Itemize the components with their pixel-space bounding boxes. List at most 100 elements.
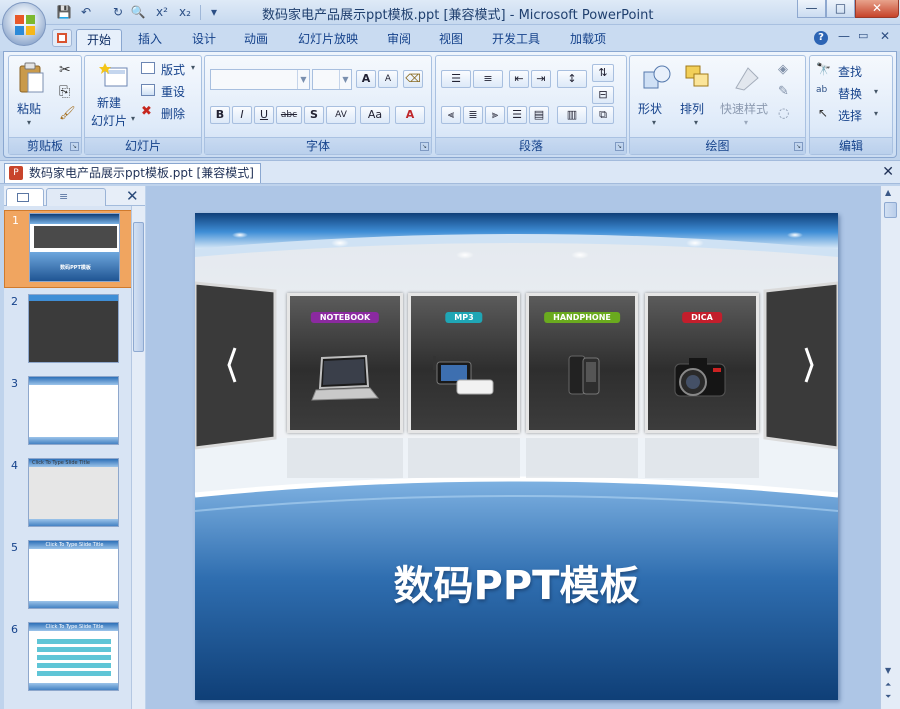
- paragraph-expand-icon[interactable]: ↘: [615, 142, 624, 151]
- distributed-button[interactable]: ▤: [529, 106, 549, 124]
- slide-thumbnail[interactable]: [28, 376, 119, 445]
- align-right-button[interactable]: ⫸: [485, 106, 505, 124]
- layout-button[interactable]: 版式 ▾: [141, 60, 199, 80]
- smartart-button[interactable]: ⧉: [592, 106, 614, 124]
- slide-thumbnail-row[interactable]: 4 Click To Type Slide Title: [4, 456, 131, 534]
- shape-effects-icon[interactable]: ◌: [778, 106, 789, 121]
- help-icon[interactable]: ?: [814, 31, 828, 45]
- pane-close-button[interactable]: ✕: [126, 187, 139, 205]
- maximize-button[interactable]: □: [826, 0, 855, 18]
- ribbon-close-icon[interactable]: ✕: [880, 29, 890, 43]
- bullets-button[interactable]: ☰: [441, 70, 471, 88]
- print-preview-icon[interactable]: 🔍: [130, 4, 146, 20]
- slide-nav-right-arrow[interactable]: [798, 353, 814, 383]
- new-slide-button[interactable]: 新建 幻灯片 ▾: [89, 60, 139, 134]
- find-button[interactable]: 🔭 查找: [816, 62, 888, 82]
- tab-view[interactable]: 视图: [429, 29, 473, 51]
- shape-outline-icon[interactable]: ✎: [778, 84, 789, 99]
- scroll-up-arrow-icon[interactable]: ▲: [885, 188, 891, 197]
- numbering-button[interactable]: ≡: [473, 70, 503, 88]
- slide-thumbnail[interactable]: [28, 294, 119, 363]
- slide-thumbnail[interactable]: Click To Type Slide Title: [28, 458, 119, 527]
- shapes-button[interactable]: 形状 ▾: [636, 60, 676, 134]
- slide-thumbnail-row[interactable]: 2: [4, 292, 131, 370]
- grow-font-button[interactable]: A: [356, 70, 376, 88]
- slide-thumbnail[interactable]: Click To Type Slide Title: [28, 622, 119, 691]
- slides-pane-scrollbar[interactable]: [131, 206, 145, 709]
- tab-addins[interactable]: 加载项: [560, 29, 616, 51]
- text-shadow-button[interactable]: S: [304, 106, 324, 124]
- scroll-down-arrow-icon[interactable]: ▼: [885, 666, 891, 675]
- shrink-font-button[interactable]: A: [378, 70, 398, 88]
- tab-review[interactable]: 审阅: [377, 29, 421, 51]
- slides-pane-scroll-thumb[interactable]: [133, 222, 144, 352]
- justify-button[interactable]: ☰: [507, 106, 527, 124]
- close-button[interactable]: ✕: [855, 0, 899, 18]
- slide-thumbnail-row[interactable]: 6 Click To Type Slide Title: [4, 620, 131, 698]
- increase-indent-button[interactable]: ⇥: [531, 70, 551, 88]
- tab-insert[interactable]: 插入: [128, 29, 172, 51]
- italic-button[interactable]: I: [232, 106, 252, 124]
- underline-button[interactable]: U: [254, 106, 274, 124]
- font-family-combo[interactable]: ▼: [210, 69, 310, 90]
- slide-title[interactable]: 数码PPT模板: [195, 553, 838, 611]
- next-slide-icon[interactable]: ⏷: [885, 692, 891, 702]
- text-direction-button[interactable]: ⇅: [592, 64, 614, 82]
- minimize-button[interactable]: —: [797, 0, 826, 18]
- current-slide[interactable]: NOTEBOOK MP3 HANDPHONE DICA 数码PPT模板: [195, 213, 838, 700]
- tab-animation[interactable]: 动画: [234, 29, 278, 51]
- customize-quick-access-icon[interactable]: ▾: [206, 4, 222, 20]
- copy-icon[interactable]: ⎘: [59, 84, 70, 100]
- font-size-combo[interactable]: ▼: [312, 69, 352, 90]
- paste-button[interactable]: 粘贴 ▾: [15, 62, 47, 132]
- character-spacing-button[interactable]: AV: [326, 106, 356, 124]
- drawing-expand-icon[interactable]: ↘: [794, 142, 803, 151]
- office-button[interactable]: [2, 2, 46, 46]
- tab-home[interactable]: 开始: [76, 29, 123, 51]
- strikethrough-button[interactable]: abc: [276, 106, 302, 124]
- format-painter-icon[interactable]: 🖌: [59, 106, 76, 121]
- slide-thumbnail[interactable]: 数码PPT模板: [29, 213, 120, 282]
- undo-icon[interactable]: ↶: [78, 4, 94, 20]
- delete-slide-button[interactable]: ✖ 删除: [141, 104, 199, 124]
- document-tab[interactable]: P 数码家电产品展示ppt模板.ppt [兼容模式]: [4, 163, 261, 183]
- select-button[interactable]: ↖ 选择 ▾: [816, 106, 888, 126]
- tab-slideshow[interactable]: 幻灯片放映: [288, 29, 368, 51]
- slide-nav-left-arrow[interactable]: [227, 353, 243, 383]
- ribbon-minimize-icon[interactable]: —: [838, 29, 850, 43]
- subscript-icon[interactable]: x₂: [175, 4, 195, 20]
- line-spacing-button[interactable]: ↕: [557, 70, 587, 88]
- replace-button[interactable]: ab 替换 ▾: [816, 84, 888, 104]
- font-expand-icon[interactable]: ↘: [420, 142, 429, 151]
- decrease-indent-button[interactable]: ⇤: [509, 70, 529, 88]
- clipboard-expand-icon[interactable]: ↘: [70, 142, 79, 151]
- quick-styles-button[interactable]: 快速样式 ▾: [720, 60, 774, 134]
- slide-thumbnail-row[interactable]: 1 数码PPT模板: [4, 210, 131, 288]
- tab-design[interactable]: 设计: [182, 29, 226, 51]
- slide-scroll-thumb[interactable]: [884, 202, 897, 218]
- clear-formatting-button[interactable]: ⌫: [403, 70, 423, 88]
- superscript-icon[interactable]: x²: [152, 4, 172, 20]
- slides-tab[interactable]: [6, 188, 44, 206]
- reset-button[interactable]: 重设: [141, 82, 199, 102]
- slide-thumbnail-row[interactable]: 5 Click To Type Slide Title: [4, 538, 131, 616]
- tab-developer[interactable]: 开发工具: [482, 29, 550, 51]
- slide-thumbnail[interactable]: Click To Type Slide Title: [28, 540, 119, 609]
- arrange-button[interactable]: 排列 ▾: [678, 60, 718, 134]
- shape-fill-icon[interactable]: ◈: [778, 62, 788, 77]
- document-close-button[interactable]: ✕: [882, 164, 894, 180]
- align-center-button[interactable]: ≣: [463, 106, 483, 124]
- align-text-button[interactable]: ⊟: [592, 86, 614, 104]
- redo-icon[interactable]: ↻: [110, 4, 126, 20]
- save-icon[interactable]: 💾: [56, 4, 72, 20]
- bold-button[interactable]: B: [210, 106, 230, 124]
- align-left-button[interactable]: ⫷: [441, 106, 461, 124]
- slide-thumbnail-row[interactable]: 3: [4, 374, 131, 452]
- outline-tab[interactable]: ≡: [46, 188, 106, 206]
- previous-slide-icon[interactable]: ⏶: [885, 680, 891, 690]
- cut-icon[interactable]: ✂: [59, 62, 71, 78]
- slide-vertical-scrollbar[interactable]: ▲ ▼ ⏶ ⏷: [880, 186, 900, 709]
- font-color-button[interactable]: A: [395, 106, 425, 124]
- quick-access-menu-icon[interactable]: [52, 29, 72, 47]
- change-case-button[interactable]: Aa: [360, 106, 390, 124]
